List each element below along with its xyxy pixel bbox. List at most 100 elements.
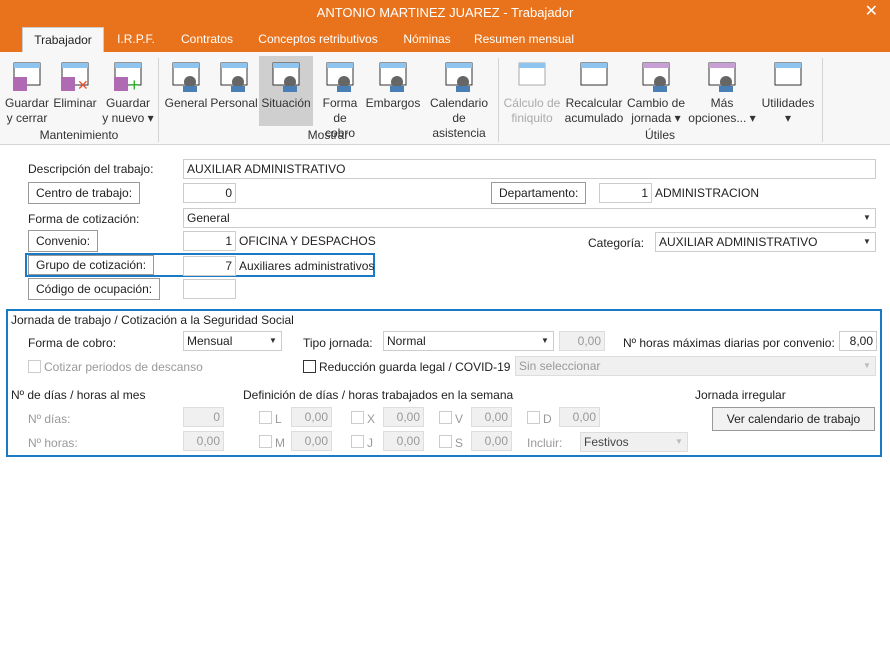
sum-icon [578, 60, 610, 92]
tipo-jornada-label: Tipo jornada: [303, 336, 373, 350]
day-checkbox[interactable] [259, 411, 272, 424]
ribbon-button-label: Calendario [429, 96, 489, 110]
reduccion-label: Reducción guarda legal / COVID-19 [319, 360, 511, 374]
tab-conceptos[interactable]: Conceptos retributivos [250, 27, 386, 52]
grupo-code-input[interactable]: 7 [183, 256, 236, 276]
convenio-code-input[interactable]: 1 [183, 231, 236, 251]
ribbon-button-4[interactable]: Personal [210, 56, 258, 126]
window-title: ANTONIO MARTINEZ JUAREZ - Trabajador [316, 5, 574, 20]
ribbon-button-12[interactable]: Más opciones... ▾ [687, 56, 757, 126]
tipo-jornada-value: Normal [387, 334, 426, 348]
tab-irpf[interactable]: I.R.P.F. [110, 27, 162, 52]
grupo-name: Auxiliares administrativos [239, 259, 375, 273]
ribbon-button-5[interactable]: Situación [259, 56, 313, 126]
horas-max-label: Nº horas máximas diarias por convenio: [623, 336, 835, 350]
close-button[interactable]: ✕ [865, 2, 878, 22]
more-options-icon [706, 60, 738, 92]
centro-input[interactable]: 0 [183, 183, 236, 203]
codigo-ocupacion-button[interactable]: Código de ocupación: [28, 278, 161, 300]
departamento-name: ADMINISTRACION [655, 186, 760, 200]
ribbon-button-label: Eliminar [53, 96, 97, 110]
categoria-select[interactable]: AUXILIAR ADMINISTRATIVO ▼ [655, 232, 876, 252]
forma-cobro-label: Forma de cobro: [28, 336, 117, 350]
divider [158, 58, 159, 142]
ribbon-button-9[interactable]: Cálculo de finiquito [502, 56, 562, 126]
day-label: J [367, 436, 373, 450]
horas-max-input[interactable]: 8,00 [839, 331, 877, 351]
tab-contratos[interactable]: Contratos [172, 27, 242, 52]
day-label: D [543, 412, 552, 426]
embargos-icon [377, 60, 409, 92]
reduccion-checkbox[interactable] [303, 360, 316, 373]
day-hours-input: 0,00 [291, 431, 332, 451]
horas-label: Nº horas: [28, 436, 78, 450]
ribbon-button-11[interactable]: Cambio de jornada ▾ [625, 56, 687, 126]
ocupacion-input[interactable] [183, 279, 236, 299]
tipo-jornada-select[interactable]: Normal ▼ [383, 331, 554, 351]
utilities-icon [772, 60, 804, 92]
centro-trabajo-button[interactable]: Centro de trabajo: [28, 182, 141, 204]
ribbon-button-label: Guardar [4, 96, 50, 110]
day-hours-input: 0,00 [383, 407, 424, 427]
day-checkbox[interactable] [259, 435, 272, 448]
cotizar-checkbox[interactable] [28, 360, 41, 373]
group-mantenimiento: Mantenimiento [39, 128, 119, 142]
reduccion-select: Sin seleccionar ▼ [515, 356, 876, 376]
cotizar-label: Cotizar periodos de descanso [44, 360, 203, 374]
general-icon [170, 60, 202, 92]
day-checkbox[interactable] [439, 435, 452, 448]
tab-bar: Trabajador I.R.P.F. Contratos Conceptos … [0, 27, 890, 52]
tab-resumen[interactable]: Resumen mensual [468, 27, 580, 52]
ribbon-button-label: Cambio de [626, 96, 686, 110]
divider [822, 58, 823, 142]
day-label: X [367, 412, 376, 426]
ribbon-button-label: Más [710, 96, 734, 110]
calendar-icon [443, 60, 475, 92]
chevron-down-icon: ▼ [863, 237, 871, 246]
day-checkbox[interactable] [527, 411, 540, 424]
convenio-name: OFICINA Y DESPACHOS [239, 234, 376, 248]
departamento-button[interactable]: Departamento: [491, 182, 587, 204]
divider [498, 58, 499, 142]
ribbon-button-1[interactable]: ✕ Eliminar [52, 56, 98, 126]
forma-cotizacion-value: General [187, 211, 230, 225]
day-checkbox[interactable] [439, 411, 452, 424]
chevron-down-icon: ▼ [863, 213, 871, 222]
day-label: S [455, 436, 464, 450]
ribbon-button-label: acumulado [564, 111, 624, 125]
convenio-button[interactable]: Convenio: [28, 230, 99, 252]
calculator-icon [516, 60, 548, 92]
irregular-title: Jornada irregular [695, 388, 786, 402]
forma-cotizacion-select[interactable]: General ▼ [183, 208, 876, 228]
day-checkbox[interactable] [351, 435, 364, 448]
horas-input: 0,00 [183, 431, 224, 451]
ribbon-button-label: Forma [322, 96, 358, 110]
day-checkbox[interactable] [351, 411, 364, 424]
ribbon-button-3[interactable]: General [164, 56, 208, 126]
descripcion-input[interactable]: AUXILIAR ADMINISTRATIVO [183, 159, 876, 179]
grupo-cotizacion-button[interactable]: Grupo de cotización: [28, 255, 155, 275]
reduccion-value: Sin seleccionar [519, 359, 601, 373]
ribbon-button-label: Recalcular [565, 96, 623, 110]
svg-text:✕: ✕ [77, 77, 89, 92]
day-label: M [275, 436, 285, 450]
tab-trabajador[interactable]: Trabajador [22, 27, 104, 52]
ribbon-button-8[interactable]: Calendario de asistencia [424, 56, 494, 140]
ribbon-button-2[interactable]: + Guardar y nuevo ▾ [102, 56, 154, 126]
group-utiles: Útiles [644, 128, 675, 142]
ver-calendario-button[interactable]: Ver calendario de trabajo [712, 407, 875, 431]
ribbon-button-13[interactable]: Utilidades ▾ [758, 56, 818, 126]
ribbon-button-label: General [164, 96, 208, 110]
departamento-code-input[interactable]: 1 [599, 183, 652, 203]
ribbon-button-0[interactable]: Guardar y cerrar [4, 56, 50, 126]
chevron-down-icon: ▼ [541, 336, 549, 345]
descripcion-label: Descripción del trabajo: [28, 162, 154, 176]
ribbon-button-6[interactable]: Forma de cobro [318, 56, 362, 140]
day-hours-input: 0,00 [471, 431, 512, 451]
change-schedule-icon [640, 60, 672, 92]
day-hours-input: 0,00 [471, 407, 512, 427]
ribbon-button-10[interactable]: Recalcular acumulado [564, 56, 624, 126]
tab-nominas[interactable]: Nóminas [396, 27, 458, 52]
ribbon-button-7[interactable]: Embargos [364, 56, 422, 126]
forma-cobro-select[interactable]: Mensual ▼ [183, 331, 282, 351]
